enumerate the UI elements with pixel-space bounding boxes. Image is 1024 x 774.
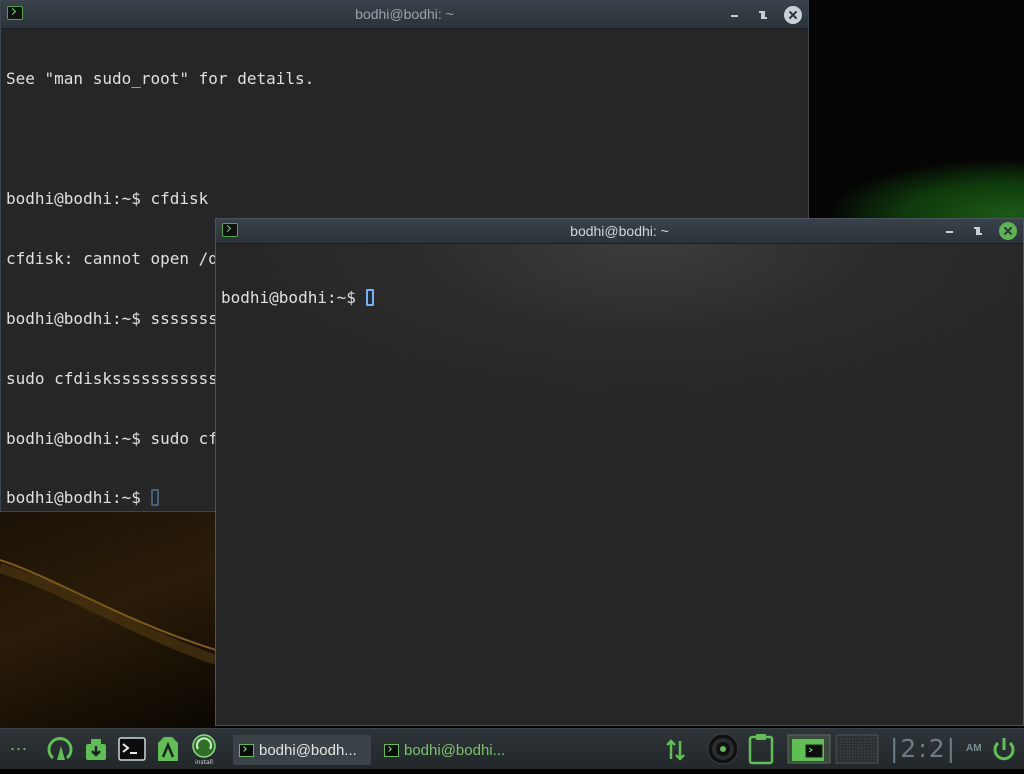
text-cursor xyxy=(365,289,374,306)
terminal-line: bodhi@bodhi:~$ cfdisk xyxy=(6,189,209,208)
maximize-icon[interactable] xyxy=(756,8,770,22)
task-label: bodhi@bodh... xyxy=(259,741,357,759)
terminal-window-front[interactable]: bodhi@bodhi: ~ bodhi@bodhi:~$ xyxy=(215,218,1024,726)
menu-dots-icon[interactable]: ⋯ xyxy=(6,729,32,769)
power-icon[interactable] xyxy=(990,729,1018,769)
workspace-1-icon[interactable] xyxy=(786,729,832,769)
clock-ampm: AM xyxy=(966,743,982,754)
terminal-output[interactable]: bodhi@bodhi:~$ xyxy=(216,244,1023,725)
app-center-icon[interactable] xyxy=(152,729,184,769)
install-label: install xyxy=(195,759,213,766)
maximize-icon[interactable] xyxy=(971,224,985,238)
terminal-icon[interactable] xyxy=(116,729,148,769)
download-icon[interactable] xyxy=(80,729,112,769)
network-updown-icon[interactable] xyxy=(662,729,690,769)
terminal-icon xyxy=(384,743,399,757)
bodhi-menu-icon[interactable] xyxy=(44,729,76,769)
window-title: bodhi@bodhi: ~ xyxy=(355,6,454,22)
task-button-terminal-2[interactable]: bodhi@bodhi... xyxy=(378,735,518,765)
task-button-terminal-1[interactable]: bodhi@bodh... xyxy=(233,735,371,765)
clock-display[interactable]: |2:2| xyxy=(890,729,960,769)
clipboard-icon[interactable] xyxy=(746,729,776,769)
shell-prompt: bodhi@bodhi:~$ xyxy=(6,488,151,507)
terminal-line: See "man sudo_root" for details. xyxy=(6,69,315,88)
titlebar[interactable]: bodhi@bodhi: ~ xyxy=(216,219,1023,244)
window-title: bodhi@bodhi: ~ xyxy=(570,223,669,239)
workspace-2-icon[interactable] xyxy=(834,729,880,769)
minimize-icon[interactable] xyxy=(943,224,957,238)
shell-prompt: bodhi@bodhi:~$ xyxy=(221,288,366,307)
install-icon[interactable]: install xyxy=(188,729,220,769)
disc-icon[interactable] xyxy=(706,729,740,769)
close-icon[interactable] xyxy=(999,222,1017,240)
close-icon[interactable] xyxy=(784,5,802,24)
terminal-icon xyxy=(239,743,254,757)
wallpaper-swoosh xyxy=(0,510,216,730)
task-label: bodhi@bodhi... xyxy=(404,741,506,759)
text-cursor xyxy=(150,489,159,506)
titlebar[interactable]: bodhi@bodhi: ~ xyxy=(1,1,808,29)
minimize-icon[interactable] xyxy=(728,8,742,22)
taskbar: ⋯ install bodhi@bodh... bodhi@bodhi... |… xyxy=(0,728,1024,769)
